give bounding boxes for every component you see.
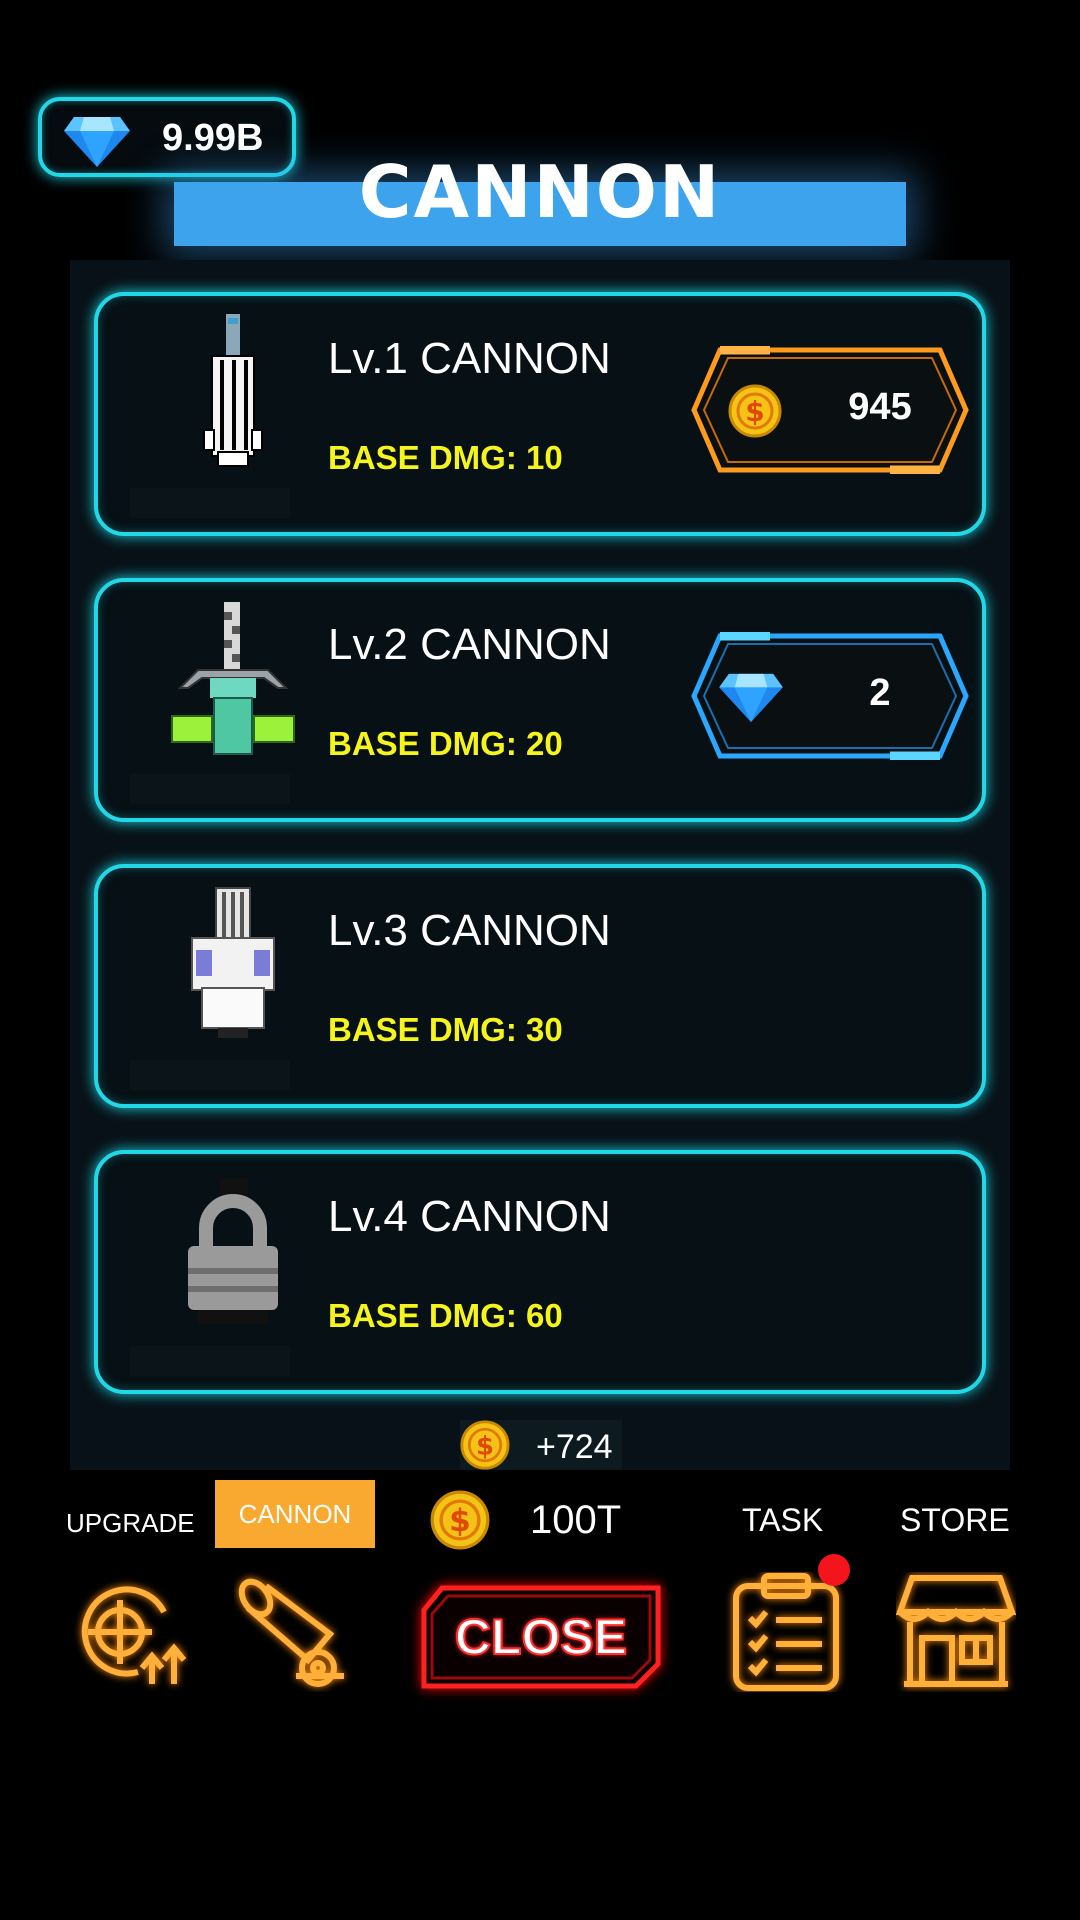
cannon-nav-icon[interactable]: [234, 1572, 354, 1692]
lock-icon: [188, 1178, 278, 1324]
coin-icon: $: [460, 1420, 510, 1470]
coins-total: 100T: [530, 1498, 622, 1542]
cannon-base-dmg: BASE DMG: 30: [328, 1011, 563, 1048]
diamond-gem-icon: [719, 673, 783, 723]
cannon-card-lv3[interactable]: Lv.3 CANNON BASE DMG: 30: [94, 864, 986, 1108]
svg-text:$: $: [449, 1503, 471, 1539]
cannon-base-dmg: BASE DMG: 20: [328, 725, 563, 762]
cannon-card-lv2[interactable]: Lv.2 CANNON BASE DMG: 20 2: [94, 578, 986, 822]
thumb-shadow: [130, 1346, 290, 1376]
tab-cannon[interactable]: CANNON: [215, 1480, 375, 1548]
earning-value: +724: [536, 1428, 613, 1466]
cannon-lv3-icon: [191, 887, 275, 1038]
cannon-base-dmg: BASE DMG: 60: [328, 1297, 563, 1334]
store-icon[interactable]: [896, 1572, 1016, 1692]
task-notification-badge: [818, 1554, 850, 1586]
cannon-lv1-icon: [203, 314, 263, 467]
cannon-name: Lv.2 CANNON: [328, 620, 611, 669]
price-value: 2: [869, 672, 891, 714]
thumb-shadow: [130, 774, 290, 804]
close-button[interactable]: CLOSE: [418, 1584, 664, 1690]
price-value: 945: [848, 386, 912, 428]
cannon-base-dmg: BASE DMG: 10: [328, 439, 563, 476]
cannon-name: Lv.3 CANNON: [328, 906, 611, 955]
svg-text:$: $: [745, 395, 764, 428]
cannon-name: Lv.4 CANNON: [328, 1192, 611, 1241]
coin-earning: $ +724: [460, 1420, 622, 1470]
cannon-card-lv4[interactable]: Lv.4 CANNON BASE DMG: 60: [94, 1150, 986, 1394]
close-label: CLOSE: [454, 1608, 628, 1666]
nav-upgrade-label: UPGRADE: [66, 1508, 195, 1538]
diamond-gem-icon: [64, 117, 130, 167]
tab-cannon-label: CANNON: [238, 1498, 352, 1529]
cannon-name: Lv.1 CANNON: [328, 334, 611, 383]
nav-store-label: STORE: [900, 1502, 1010, 1538]
thumb-shadow: [130, 1060, 290, 1090]
coin-icon: $: [430, 1490, 490, 1550]
coin-icon: $: [728, 384, 782, 438]
cannon-lv2-icon: [171, 602, 295, 755]
upgrade-target-icon[interactable]: [68, 1572, 188, 1692]
thumb-shadow: [130, 488, 290, 518]
svg-text:$: $: [476, 1431, 494, 1461]
cannon-card-lv1[interactable]: Lv.1 CANNON BASE DMG: 10 $ 945: [94, 292, 986, 536]
nav-task-label: TASK: [742, 1502, 824, 1538]
screen-title: CANNON: [358, 150, 722, 234]
buy-gem-button[interactable]: 2: [690, 632, 970, 760]
task-clipboard-icon[interactable]: [726, 1572, 846, 1692]
buy-coin-button[interactable]: $ 945: [690, 346, 970, 474]
